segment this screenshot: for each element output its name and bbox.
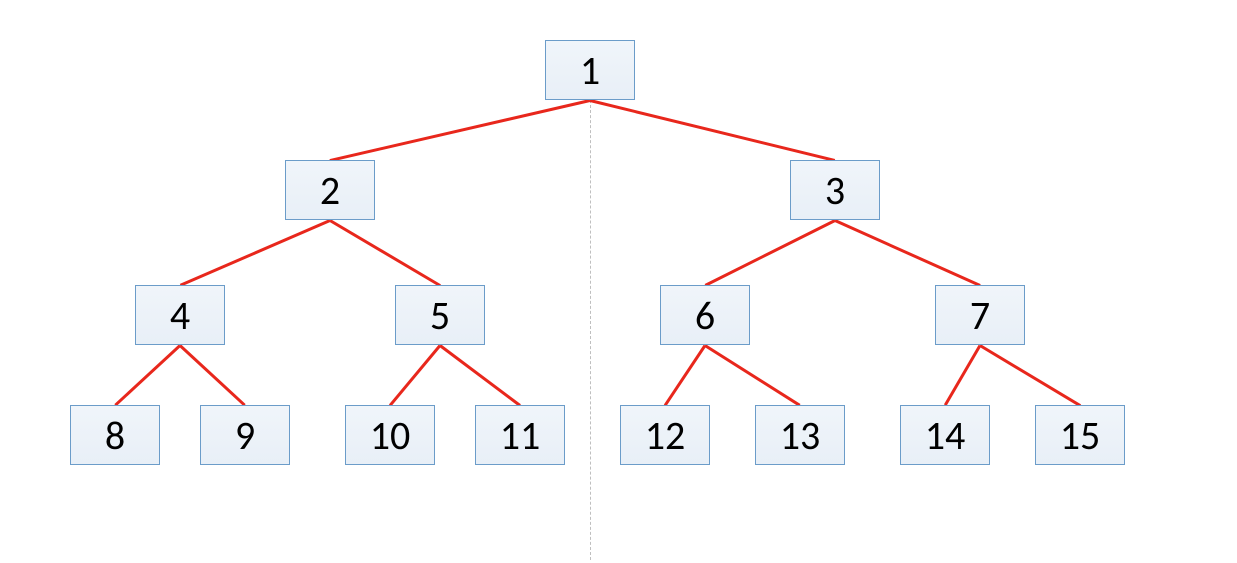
binary-tree-diagram: 123456789101112131415 — [0, 0, 1237, 563]
tree-node-9: 9 — [200, 405, 290, 465]
tree-node-7: 7 — [935, 285, 1025, 345]
tree-edge — [179, 344, 246, 406]
tree-node-15: 15 — [1035, 405, 1125, 465]
tree-node-12: 12 — [620, 405, 710, 465]
tree-edge — [979, 344, 1081, 407]
tree-node-3: 3 — [790, 160, 880, 220]
vertical-divider — [590, 100, 591, 560]
tree-node-13: 13 — [755, 405, 845, 465]
tree-node-4: 4 — [135, 285, 225, 345]
tree-edge — [664, 344, 706, 406]
tree-edge — [439, 344, 521, 406]
tree-edge — [944, 344, 982, 406]
tree-edge — [330, 99, 591, 162]
tree-edge — [389, 344, 441, 406]
tree-edge — [114, 344, 181, 406]
tree-edge — [179, 219, 330, 287]
tree-edge — [590, 99, 836, 162]
tree-node-8: 8 — [70, 405, 160, 465]
tree-node-11: 11 — [475, 405, 565, 465]
tree-edge — [329, 219, 441, 287]
tree-node-2: 2 — [285, 160, 375, 220]
tree-edge — [704, 344, 801, 407]
tree-node-14: 14 — [900, 405, 990, 465]
tree-edge — [704, 219, 835, 287]
tree-node-1: 1 — [545, 40, 635, 100]
tree-edge — [834, 219, 980, 287]
tree-node-5: 5 — [395, 285, 485, 345]
tree-node-10: 10 — [345, 405, 435, 465]
tree-node-6: 6 — [660, 285, 750, 345]
